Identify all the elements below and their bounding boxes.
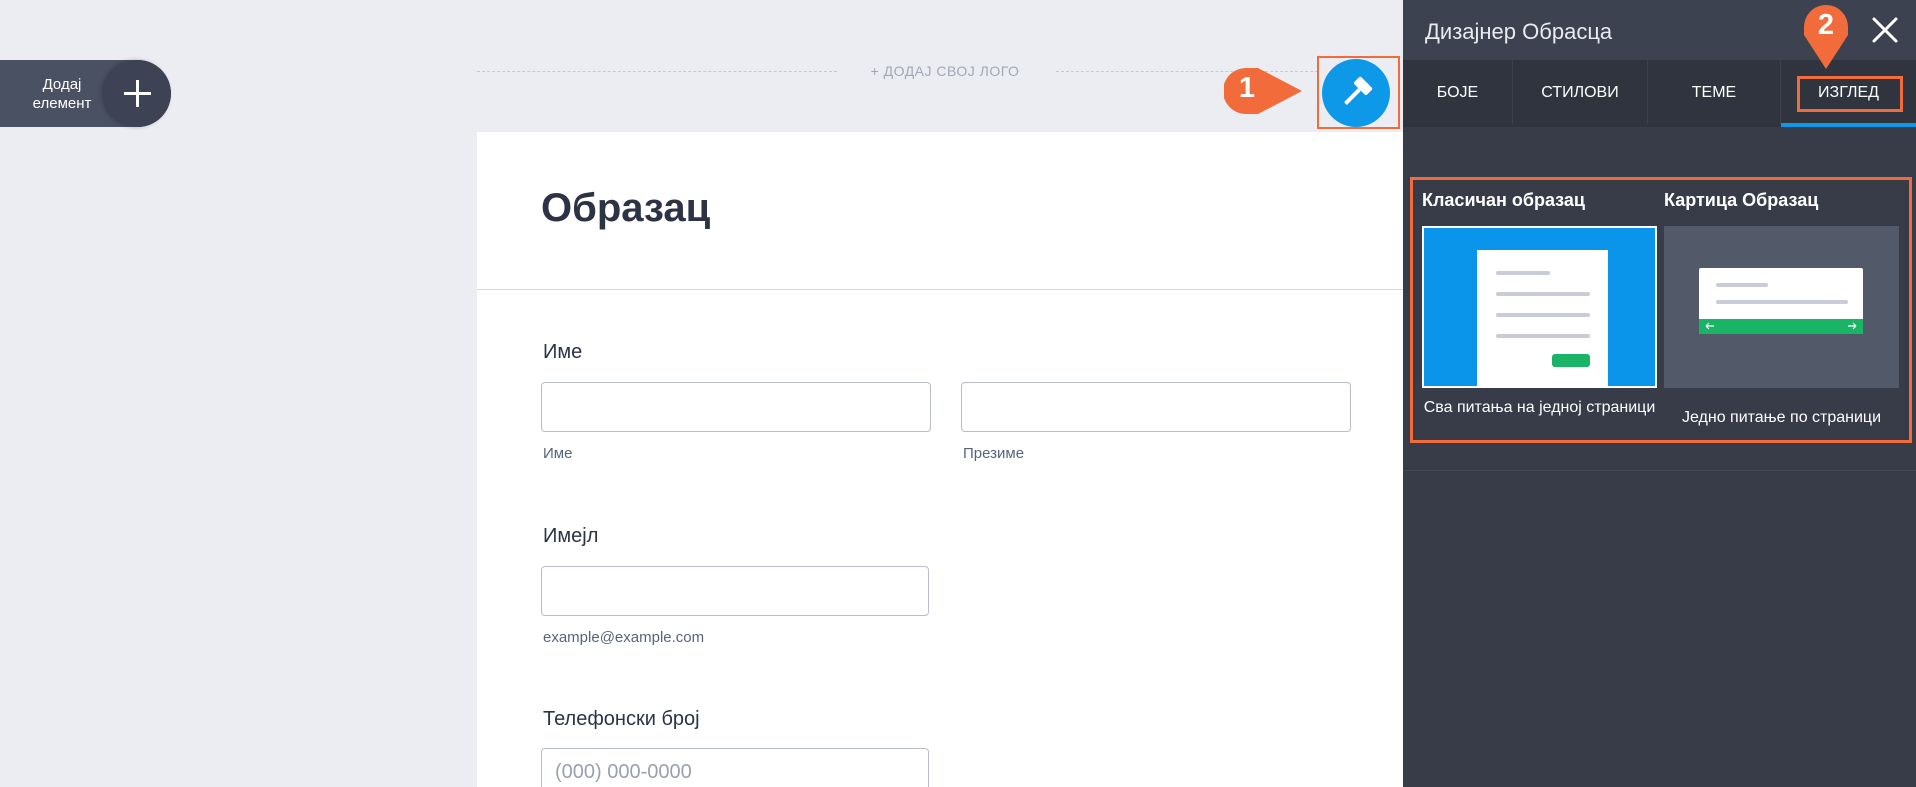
callout-one-number: 1	[1238, 72, 1256, 104]
paint-roller-icon	[1344, 76, 1373, 105]
classic-form-title: Класичан образац	[1422, 190, 1585, 210]
layout-tab-highlight	[1797, 76, 1903, 112]
add-element-button[interactable]: Додај елемент	[0, 60, 171, 127]
card-form-title: Картица Образац	[1664, 190, 1819, 210]
active-tab-indicator	[1781, 123, 1916, 127]
card-form-option[interactable]	[1664, 226, 1899, 388]
add-element-label: Додај елемент	[32, 76, 92, 112]
last-name-input[interactable]	[961, 382, 1351, 432]
panel-divider	[1403, 470, 1916, 471]
add-logo-link[interactable]: + ДОДАЈ СВОЈ ЛОГО	[840, 63, 1050, 79]
close-icon[interactable]	[1871, 16, 1899, 44]
phone-input[interactable]: (000) 000-0000	[541, 748, 929, 787]
form-card: Образац Име Име Презиме Имејл example@ex…	[477, 132, 1403, 787]
form-designer-button[interactable]	[1322, 59, 1390, 127]
add-element-circle[interactable]	[104, 60, 171, 127]
tab-colors[interactable]: БОЈЕ	[1403, 60, 1513, 124]
callout-two-number: 2	[1817, 9, 1835, 41]
first-name-sublabel: Име	[543, 445, 573, 462]
phone-question-label: Телефонски број	[543, 708, 700, 730]
card-form-caption: Једно питање по страници	[1681, 409, 1882, 426]
panel-title: Дизајнер Обрасца	[1425, 19, 1613, 44]
phone-placeholder: (000) 000-0000	[555, 761, 692, 783]
email-sublabel: example@example.com	[543, 629, 705, 646]
tab-themes[interactable]: ТЕМЕ	[1648, 60, 1781, 124]
logo-divider-left	[477, 71, 837, 72]
classic-form-preview	[1477, 250, 1608, 386]
classic-form-option[interactable]	[1422, 226, 1657, 388]
first-name-input[interactable]	[541, 382, 931, 432]
name-question-label: Име	[543, 341, 583, 363]
tab-styles[interactable]: СТИЛОВИ	[1513, 60, 1648, 124]
form-title[interactable]: Образац	[541, 186, 710, 231]
form-header: Образац	[477, 132, 1403, 290]
last-name-sublabel: Презиме	[963, 445, 1025, 462]
email-question-label: Имејл	[543, 525, 599, 547]
classic-form-caption: Сва питања на једној страници	[1423, 399, 1656, 416]
email-input[interactable]	[541, 566, 929, 616]
card-form-preview	[1699, 268, 1863, 334]
plus-icon	[124, 80, 151, 107]
